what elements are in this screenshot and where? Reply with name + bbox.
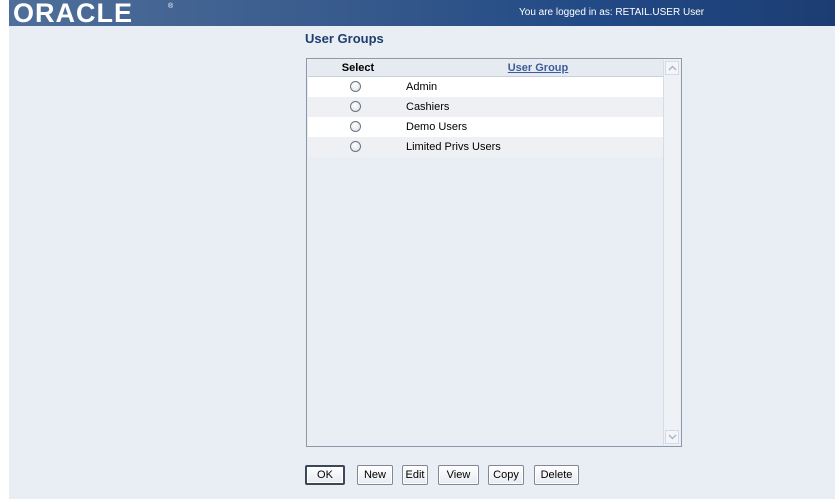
table-header: Select User Group [308, 60, 665, 77]
oracle-logo: ORACLE [13, 0, 133, 28]
table-row[interactable]: Cashiers [308, 97, 665, 117]
delete-button[interactable]: Delete [534, 465, 579, 485]
table-body: Select User Group Admin Cashiers Demo Us… [308, 60, 665, 445]
header-bar: ORACLE ® You are logged in as: RETAIL.US… [9, 0, 835, 28]
chevron-up-icon [668, 65, 677, 71]
column-header-user-group[interactable]: User Group [498, 62, 578, 74]
row-label: Limited Privs Users [406, 141, 501, 153]
table-row[interactable]: Admin [308, 77, 665, 97]
vertical-scrollbar[interactable] [663, 60, 680, 445]
table-row[interactable]: Demo Users [308, 117, 665, 137]
edit-button[interactable]: Edit [402, 465, 428, 485]
row-select-radio[interactable] [350, 81, 361, 92]
row-label: Demo Users [406, 121, 468, 133]
login-status: You are logged in as: RETAIL.USER User [519, 7, 705, 18]
page-title: User Groups [305, 31, 384, 46]
row-select-radio[interactable] [350, 101, 361, 112]
row-label: Cashiers [406, 101, 450, 113]
column-header-select: Select [341, 62, 375, 74]
view-button[interactable]: View [438, 465, 479, 485]
row-select-radio[interactable] [350, 121, 361, 132]
row-select-radio[interactable] [350, 141, 361, 152]
registered-mark: ® [168, 3, 174, 10]
scroll-down-button[interactable] [665, 430, 679, 444]
scroll-up-button[interactable] [665, 61, 679, 75]
chevron-down-icon [668, 434, 677, 440]
user-groups-table: Select User Group Admin Cashiers Demo Us… [306, 58, 682, 447]
new-button[interactable]: New [357, 465, 393, 485]
table-row[interactable]: Limited Privs Users [308, 137, 665, 157]
app-window: ORACLE ® You are logged in as: RETAIL.US… [0, 0, 835, 499]
copy-button[interactable]: Copy [488, 465, 524, 485]
ok-button[interactable]: OK [305, 465, 345, 485]
row-label: Admin [406, 81, 438, 93]
